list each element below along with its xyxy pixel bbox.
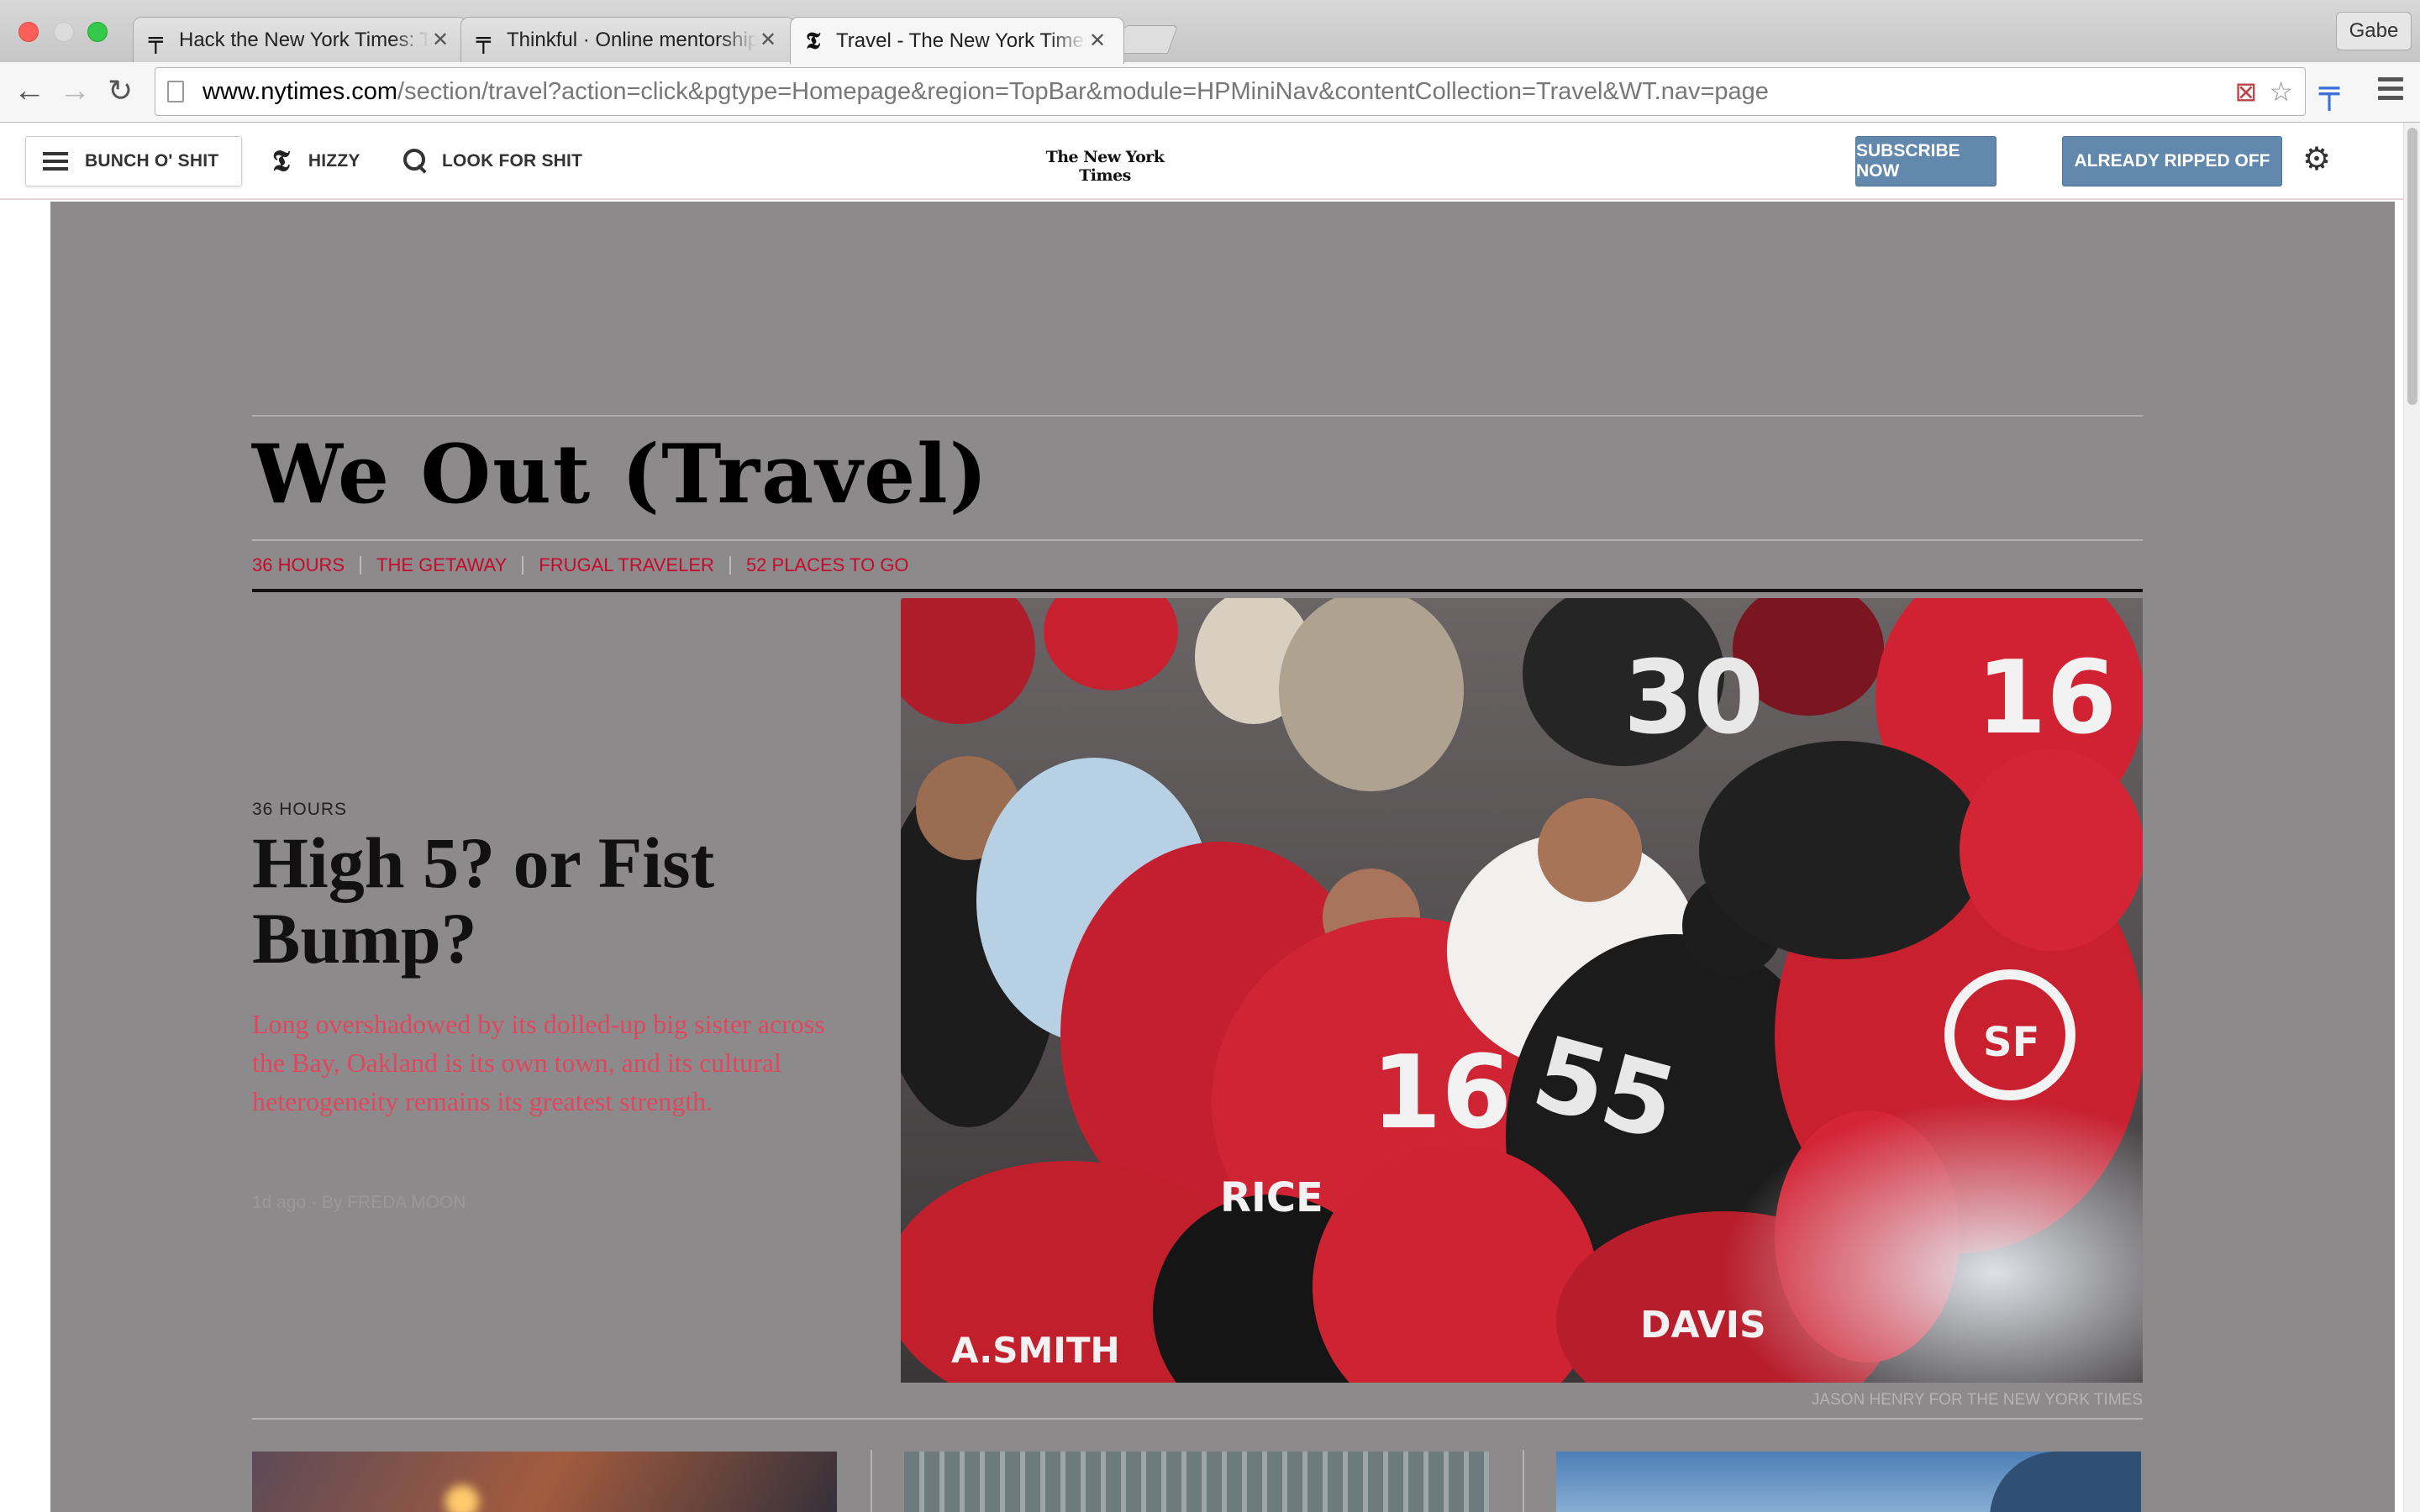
address-bar[interactable]: www.nytimes.com/section/travel?action=cl… (155, 67, 2306, 116)
thinkful-extension-icon[interactable]: ╤ (2319, 72, 2339, 111)
divider (871, 1450, 872, 1512)
search-label: LOOK FOR SHIT (442, 151, 583, 171)
scrollbar-thumb[interactable] (2407, 128, 2417, 405)
divider (360, 556, 362, 575)
close-window-button[interactable] (18, 22, 39, 42)
masthead: BUNCH O' SHIT 𝕿 HIZZY LOOK FOR SHIT The … (0, 123, 2403, 200)
tab-title: Travel - The New York Times (836, 29, 1086, 52)
divider (252, 539, 2143, 541)
thinkful-icon: ╤ (476, 26, 491, 54)
browser-tab[interactable]: ╤ Hack the New York Times: Te ✕ (133, 17, 467, 62)
page-icon (167, 81, 184, 102)
thinkful-icon: ╤ (149, 26, 163, 54)
divider (252, 415, 2143, 417)
nyt-t-icon: 𝕿 (806, 26, 821, 55)
subnav-link-frugal-traveler[interactable]: FRUGAL TRAVELER (539, 554, 714, 576)
nyt-logo[interactable]: The New York Times (1042, 148, 1168, 185)
home-label: HIZZY (308, 151, 360, 171)
subnav-link-the-getaway[interactable]: THE GETAWAY (376, 554, 507, 576)
forward-arrow-icon[interactable]: → (59, 74, 91, 108)
close-tab-icon[interactable]: ✕ (1086, 29, 1108, 53)
thumbnail-tree (1990, 1452, 2141, 1512)
sections-button[interactable]: BUNCH O' SHIT (25, 136, 242, 186)
subscribe-button[interactable]: SUBSCRIBE NOW (1855, 136, 1996, 186)
gear-icon[interactable]: ⚙ (2302, 143, 2331, 176)
hamburger-icon (43, 148, 68, 175)
url-text[interactable]: www.nytimes.com/section/travel?action=cl… (203, 78, 2223, 106)
jersey-number: 30 (1623, 640, 1764, 757)
browser-toolbar: ← → ↻ www.nytimes.com/section/travel?act… (0, 62, 2420, 123)
story-thumbnail[interactable] (252, 1452, 837, 1512)
minimize-window-button[interactable] (54, 22, 74, 42)
tab-title: Hack the New York Times: Te (179, 28, 429, 51)
thumbnail-light (445, 1485, 479, 1512)
jersey-number: 16 (1371, 1035, 1512, 1152)
page-viewport: BUNCH O' SHIT 𝕿 HIZZY LOOK FOR SHIT The … (0, 123, 2420, 1512)
image-credit: JASON HENRY FOR THE NEW YORK TIMES (1811, 1391, 2143, 1409)
jersey-logo: SF (1983, 1019, 2039, 1066)
story-image[interactable]: 30 16 16 55 SF A.SMITH RICE DAVIS (901, 598, 2143, 1383)
subnav-link-52-places[interactable]: 52 PLACES TO GO (746, 554, 909, 576)
subnav-link-36-hours[interactable]: 36 HOURS (252, 554, 345, 576)
browser-tabstrip: ╤ Hack the New York Times: Te ✕ ╤ Thinkf… (0, 0, 2420, 64)
section-subnav: 36 HOURS THE GETAWAY FRUGAL TRAVELER 52 … (252, 554, 909, 576)
reload-icon[interactable]: ↻ (108, 74, 133, 108)
story-byline: 1d ago · By FREDA MOON (252, 1193, 466, 1212)
jersey-name: RICE (1220, 1174, 1323, 1221)
home-button[interactable]: 𝕿 HIZZY (272, 136, 360, 186)
story-summary: Long overshadowed by its dolled-up big s… (252, 1009, 825, 1116)
browser-menu-icon[interactable] (2378, 77, 2403, 105)
jersey-name: A.SMITH (951, 1330, 1120, 1371)
login-button[interactable]: ALREADY RIPPED OFF (2062, 136, 2282, 186)
story-thumbnail[interactable] (1556, 1452, 2141, 1512)
jersey-number: 16 (1976, 640, 2117, 757)
story-headline[interactable]: High 5? or Fist Bump? (252, 825, 857, 976)
nyt-t-icon: 𝕿 (272, 144, 290, 178)
divider (252, 1418, 2143, 1420)
divider (1523, 1450, 1524, 1512)
browser-tab[interactable]: ╤ Thinkful · Online mentorship ✕ (460, 17, 795, 62)
browser-tab-active[interactable]: 𝕿 Travel - The New York Times ✕ (790, 17, 1124, 64)
sections-label: BUNCH O' SHIT (85, 151, 219, 171)
maximize-window-button[interactable] (87, 22, 108, 42)
close-tab-icon[interactable]: ✕ (757, 28, 779, 52)
story-photo: 30 16 16 55 SF A.SMITH RICE DAVIS (901, 598, 2143, 1383)
jersey-name: DAVIS (1640, 1304, 1766, 1347)
section-title: We Out (Travel) (252, 427, 990, 522)
divider (729, 556, 731, 575)
blocked-plugin-icon[interactable]: ⊠ (2235, 76, 2258, 108)
search-button[interactable]: LOOK FOR SHIT (403, 136, 582, 186)
tab-title: Thinkful · Online mentorship (507, 28, 757, 51)
bookmark-star-icon[interactable]: ☆ (2269, 76, 2293, 108)
back-arrow-icon[interactable]: ← (13, 74, 45, 108)
page-scrollbar[interactable] (2403, 123, 2420, 1512)
divider (252, 589, 2143, 592)
profile-button[interactable]: Gabe (2336, 12, 2412, 50)
story-kicker[interactable]: 36 HOURS (252, 800, 347, 820)
close-tab-icon[interactable]: ✕ (429, 28, 451, 52)
divider (522, 556, 524, 575)
story-thumbnail[interactable] (904, 1452, 1489, 1512)
search-icon (403, 149, 429, 174)
